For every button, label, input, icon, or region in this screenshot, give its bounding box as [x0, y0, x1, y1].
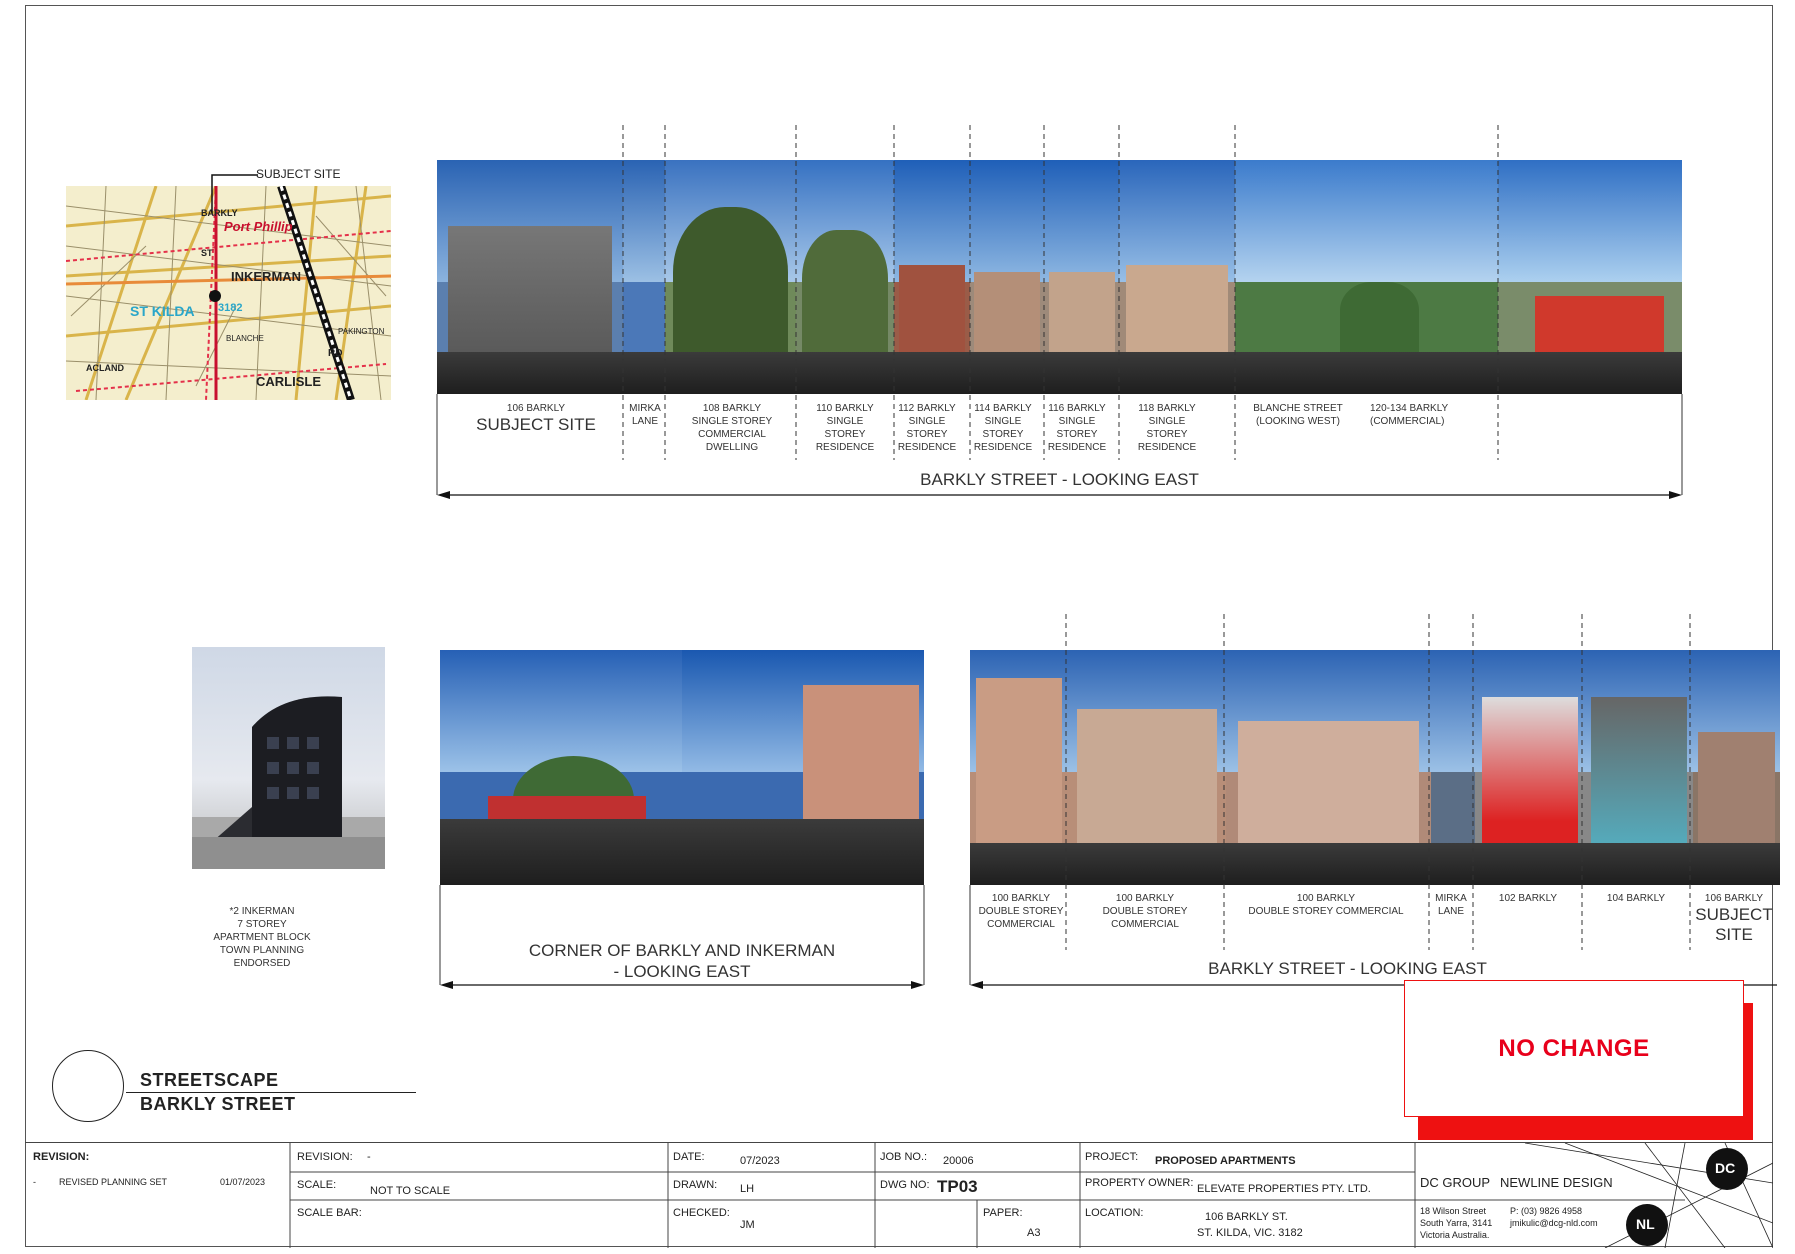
tb-location-line1: 106 BARKLY ST. [1205, 1211, 1288, 1223]
bottom-strip-annotations [969, 614, 1777, 989]
bottom-label-100-a: 100 BARKLY DOUBLE STOREY COMMERCIAL [978, 893, 1064, 930]
top-label-110: 110 BARKLY SINGLE STOREY RESIDENCE [815, 403, 875, 453]
top-strip-caption: BARKLY STREET - LOOKING EAST [920, 470, 1199, 489]
bottom-label-106: 106 BARKLY SUBJECT SITE [1695, 893, 1773, 944]
top-label-blanche: BLANCHE STREET (LOOKING WEST) [1253, 403, 1343, 427]
title-rule [126, 1092, 416, 1093]
tb-scale-value: NOT TO SCALE [370, 1185, 451, 1197]
tb-drawn-value: LH [740, 1183, 755, 1195]
tb-project-value: PROPOSED APARTMENTS [1155, 1155, 1296, 1167]
top-label-mirka-lane: MIRKA LANE [629, 403, 661, 427]
tb-revision-value: - [367, 1151, 371, 1163]
tb-paper-label: PAPER: [983, 1207, 1023, 1219]
location-key-map: Port Phillip INKERMAN ST KILDA 3182 CARL… [66, 186, 391, 400]
inkerman-render-image [192, 647, 385, 869]
top-label-106: 106 BARKLY SUBJECT SITE [476, 403, 596, 434]
key-map-graphic: Port Phillip INKERMAN ST KILDA 3182 CARL… [66, 186, 391, 400]
map-label-blanche: BLANCHE [226, 334, 264, 343]
tb-dwg-value: TP03 [937, 1177, 978, 1196]
top-label-114: 114 BARKLY SINGLE STOREY RESIDENCE [973, 403, 1033, 453]
map-label-rd: RD [328, 348, 342, 359]
tb-revision-header: REVISION: [33, 1151, 90, 1163]
map-label-st-kilda: ST KILDA [130, 303, 195, 319]
dc-logo: DC [1715, 1160, 1736, 1176]
map-label-port-phillip: Port Phillip [224, 219, 293, 234]
no-change-stamp: NO CHANGE [1404, 980, 1744, 1117]
tb-scale-bar-label: SCALE BAR: [297, 1207, 362, 1219]
bottom-strip-caption: BARKLY STREET - LOOKING EAST [1208, 959, 1487, 978]
tb-revision-text: REVISED PLANNING SET [59, 1177, 168, 1187]
tb-company-newline: NEWLINE DESIGN [1500, 1175, 1613, 1190]
tb-project-label: PROJECT: [1085, 1151, 1139, 1163]
bottom-label-100-c: 100 BARKLY DOUBLE STOREY COMMERCIAL [1248, 893, 1404, 917]
tb-scale-label: SCALE: [297, 1179, 337, 1191]
drawing-title-line2: BARKLY STREET [140, 1094, 296, 1114]
bottom-label-100-b: 100 BARKLY DOUBLE STOREY COMMERCIAL [1102, 893, 1188, 930]
tb-revision-label: REVISION: [297, 1151, 353, 1163]
tb-job-value: 20006 [943, 1155, 974, 1167]
tb-location-label: LOCATION: [1085, 1207, 1144, 1219]
map-label-inkerman: INKERMAN [231, 269, 301, 284]
top-label-108: 108 BARKLY SINGLE STOREY COMMERCIAL DWELLIN… [691, 403, 773, 453]
tb-date-value: 07/2023 [740, 1155, 780, 1167]
tb-job-label: JOB NO.: [880, 1151, 928, 1163]
map-label-st: ST [201, 248, 213, 258]
title-circle [52, 1050, 124, 1122]
map-label-carlisle: CARLISLE [256, 374, 321, 389]
tb-date-label: DATE: [673, 1151, 705, 1163]
top-label-116: 116 BARKLY SINGLE STOREY RESIDENCE [1047, 403, 1107, 453]
nl-logo: NL [1636, 1216, 1655, 1232]
map-label-acland: ACLAND [86, 363, 124, 373]
title-block: REVISION: - REVISED PLANNING SET 01/07/2… [25, 1142, 1773, 1248]
top-label-120-134: 120-134 BARKLY (COMMERCIAL) [1370, 403, 1449, 427]
tb-revision-dash: - [33, 1177, 36, 1187]
tb-address: 18 Wilson Street South Yarra, 3141 Victori… [1420, 1206, 1493, 1240]
map-label-pakington: PAKINGTON [338, 327, 385, 336]
bottom-label-mirka-lane: MIRKA LANE [1435, 893, 1467, 917]
tb-checked-value: JM [740, 1219, 755, 1231]
keymap-subject-site-label: SUBJECT SITE [256, 167, 341, 181]
tb-drawn-label: DRAWN: [673, 1179, 718, 1191]
tb-checked-label: CHECKED: [673, 1207, 730, 1219]
tb-owner-label: PROPERTY OWNER: [1085, 1177, 1194, 1189]
top-label-118: 118 BARKLY SINGLE STOREY RESIDENCE [1137, 403, 1197, 453]
map-label-postcode: 3182 [218, 302, 242, 314]
tb-company-dc: DC GROUP [1420, 1175, 1491, 1190]
tb-paper-value: A3 [1027, 1227, 1041, 1239]
tb-location-line2: ST. KILDA, VIC. 3182 [1197, 1227, 1303, 1239]
corner-streetscape-photo [440, 650, 924, 885]
tb-dwg-label: DWG NO: [880, 1179, 930, 1191]
drawing-title-line1: STREETSCAPE [140, 1070, 279, 1090]
tb-revision-date: 01/07/2023 [220, 1177, 266, 1187]
corner-strip-caption: CORNER OF BARKLY AND INKERMAN - LOOKING E… [528, 941, 836, 981]
render-building-graphic [192, 696, 385, 869]
bottom-label-104: 104 BARKLY [1606, 893, 1666, 904]
render-caption: *2 INKERMAN 7 STOREY APARTMENT BLOCK TOWN P… [213, 906, 311, 969]
tb-contact: P: (03) 9826 4958 jmikulic@dcg-nld.com [1510, 1206, 1598, 1228]
top-label-112: 112 BARKLY SINGLE STOREY RESIDENCE [897, 403, 957, 453]
bottom-label-102: 102 BARKLY [1498, 893, 1558, 904]
tb-owner-value: ELEVATE PROPERTIES PTY. LTD. [1197, 1183, 1371, 1195]
